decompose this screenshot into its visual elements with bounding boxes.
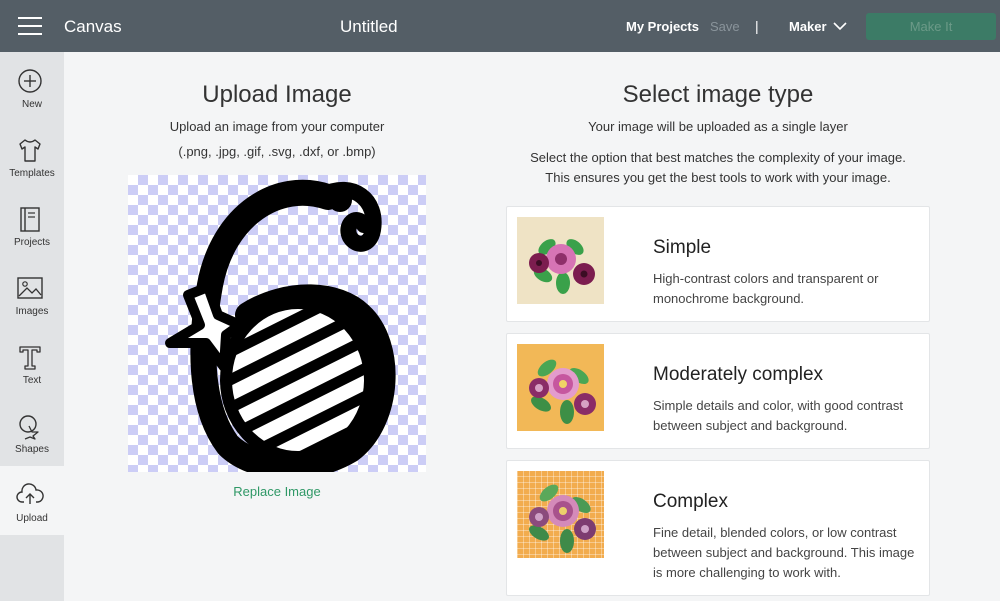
sidebar-item-label: Images [15, 306, 49, 317]
sidebar-item-label: Projects [13, 237, 51, 248]
make-it-button[interactable]: Make It [866, 13, 996, 40]
option-complex[interactable]: Complex Fine detail, blended colors, or … [506, 460, 930, 596]
cloud-upload-icon [16, 483, 44, 504]
menu-icon[interactable] [18, 17, 42, 35]
header-separator: | [755, 18, 759, 34]
chevron-down-icon[interactable] [833, 19, 847, 33]
image-type-description-line: Select the option that best matches the … [530, 150, 906, 165]
sidebar-item-label: New [21, 99, 42, 110]
image-type-title: Select image type [622, 81, 814, 108]
replace-image-link[interactable]: Replace Image [128, 484, 426, 499]
save-button[interactable]: Save [710, 19, 740, 34]
text-t-icon [19, 346, 41, 370]
notebook-icon [20, 207, 40, 232]
option-moderately-complex[interactable]: Moderately complex Simple details and co… [506, 333, 930, 449]
machine-select[interactable]: Maker [789, 19, 827, 34]
sidebar-item-label: Templates [9, 168, 55, 179]
image-type-description-line: This ensures you get the best tools to w… [545, 170, 891, 185]
option-title: Complex [653, 491, 728, 512]
my-projects-button[interactable]: My Projects [626, 19, 699, 34]
sidebar: New Templates Projects Images Text Shape… [0, 52, 64, 601]
app-title: Canvas [64, 17, 122, 36]
shapes-icon [19, 415, 39, 440]
sidebar-item-images[interactable]: Images [0, 259, 64, 328]
upload-title: Upload Image [202, 81, 352, 108]
sidebar-item-projects[interactable]: Projects [0, 190, 64, 259]
sidebar-item-label: Shapes [15, 444, 49, 455]
image-type-subtitle: Your image will be uploaded as a single … [588, 119, 848, 134]
plus-circle-icon [18, 69, 42, 93]
image-icon [17, 277, 43, 299]
option-title: Moderately complex [653, 364, 824, 385]
option-description: Simple details and color, with good cont… [653, 398, 904, 433]
image-preview [128, 175, 426, 472]
sidebar-footer [0, 535, 64, 601]
upload-subtitle: Upload an image from your computer [169, 119, 385, 134]
uploaded-six-graphic [165, 179, 396, 472]
sidebar-item-upload[interactable]: Upload [0, 466, 64, 535]
simple-flower-thumbnail [517, 217, 604, 304]
document-title[interactable]: Untitled [340, 17, 398, 37]
upload-formats: (.png, .jpg, .gif, .svg, .dxf, or .bmp) [178, 144, 376, 159]
option-title: Simple [653, 237, 712, 258]
sidebar-item-shapes[interactable]: Shapes [0, 397, 64, 466]
option-description: High-contrast colors and transparent or … [653, 271, 879, 306]
shirt-icon [19, 139, 41, 162]
sidebar-item-new[interactable]: New [0, 52, 64, 121]
sidebar-item-text[interactable]: Text [0, 328, 64, 397]
complex-flower-thumbnail [517, 471, 604, 558]
sidebar-item-templates[interactable]: Templates [0, 121, 64, 190]
top-bar: Canvas Untitled My Projects Save | Maker… [0, 0, 1000, 52]
sidebar-item-label: Upload [16, 513, 48, 524]
sidebar-item-label: Text [22, 375, 42, 386]
option-simple[interactable]: Simple High-contrast colors and transpar… [506, 206, 930, 322]
option-description: Fine detail, blended colors, or low cont… [653, 525, 915, 580]
image-type-description: Select the option that best matches the … [506, 148, 930, 188]
moderate-flower-thumbnail [517, 344, 604, 431]
